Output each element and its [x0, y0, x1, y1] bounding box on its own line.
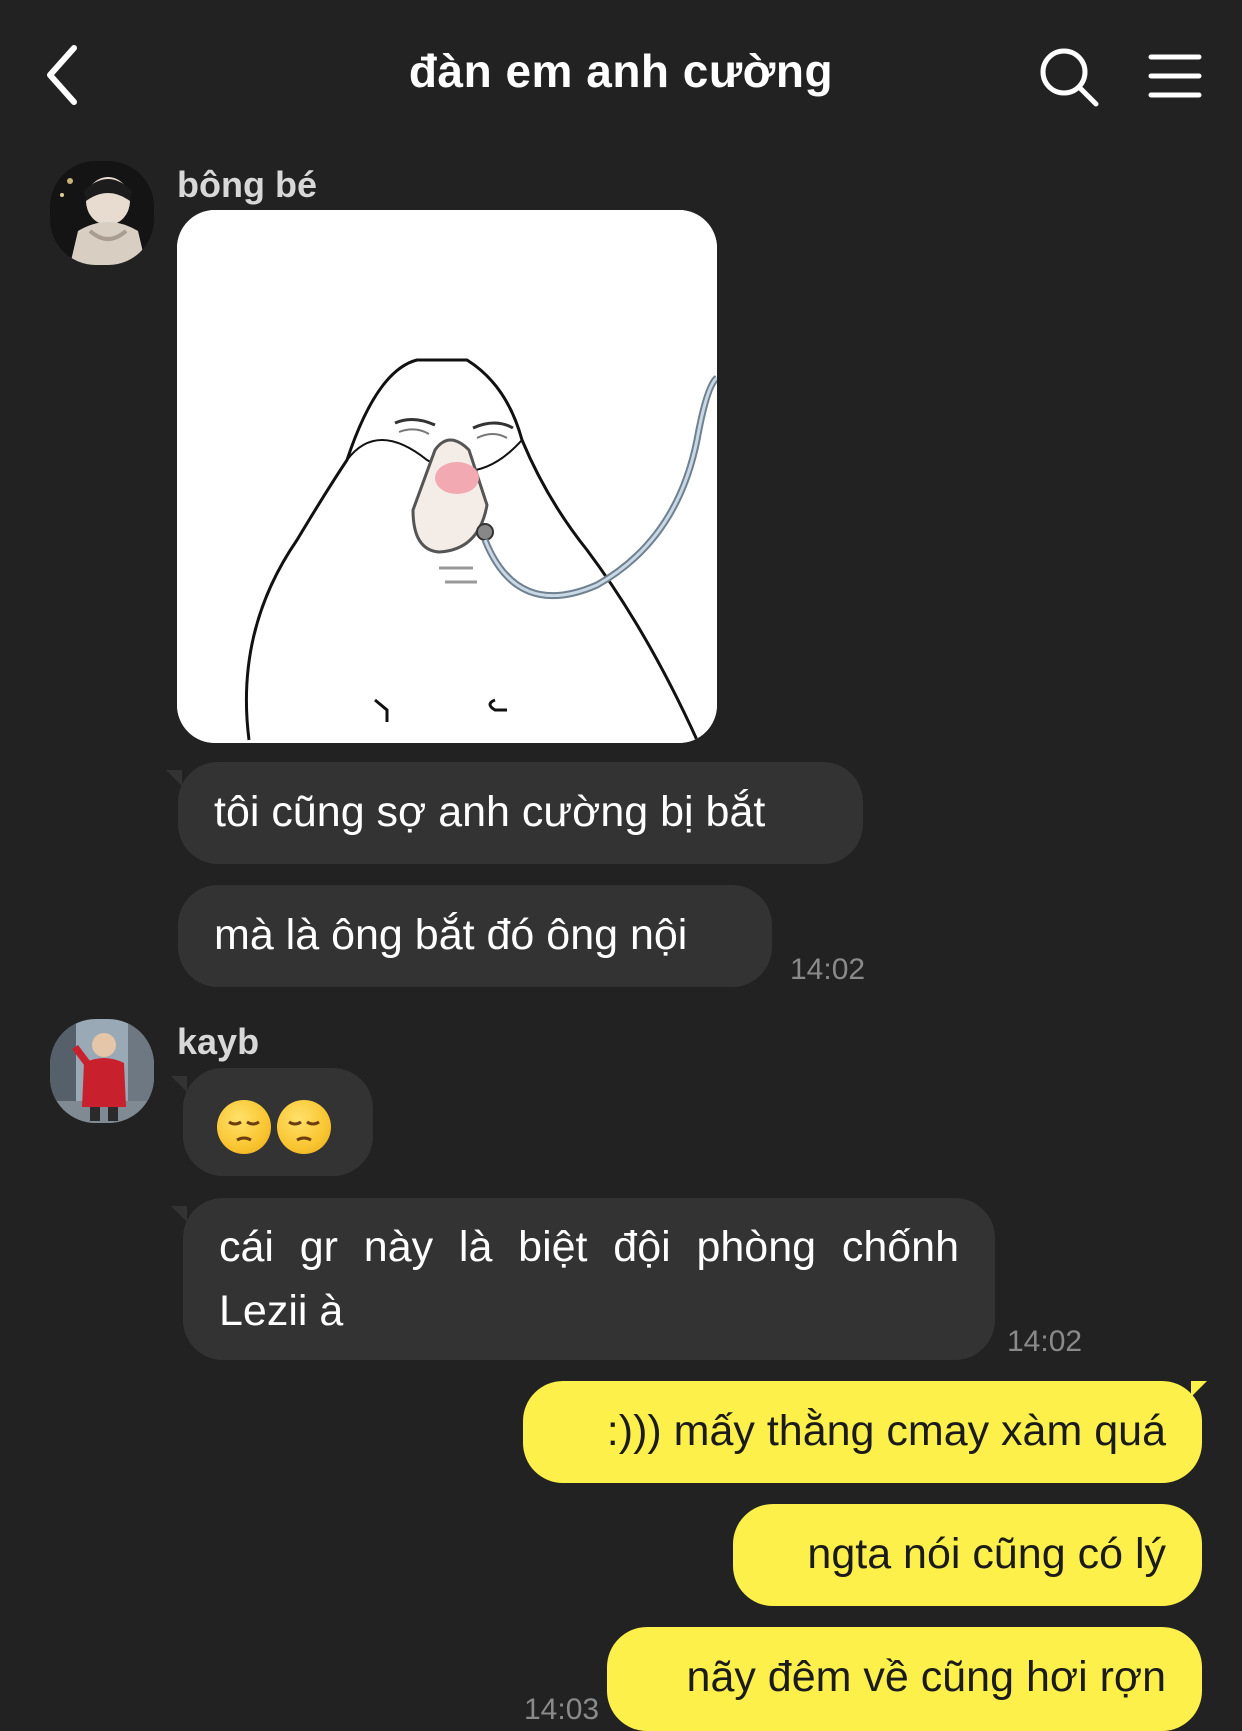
message-bubble[interactable]: mà là ông bắt đó ông nội [178, 885, 772, 987]
chat-header: đàn em anh cường [0, 0, 1242, 150]
menu-button[interactable] [1148, 52, 1202, 100]
pensive-face-emoji-icon [277, 1099, 331, 1154]
pensive-face-emoji-icon [217, 1099, 271, 1154]
message-line: Lezii à [219, 1287, 344, 1335]
sender-name: bông bé [177, 164, 317, 205]
oxygen-mask-blob-sticker [177, 210, 717, 743]
bubble-tail [171, 1076, 187, 1092]
avatar-photo [50, 161, 154, 265]
emoji-bubble[interactable] [183, 1068, 373, 1176]
outgoing-message-bubble[interactable]: :))) mấy thằng cmay xàm quá [523, 1381, 1202, 1483]
sticker-image[interactable] [177, 210, 717, 743]
message-timestamp: 14:02 [790, 953, 866, 986]
outgoing-message-bubble[interactable]: nãy đêm về cũng hơi rợn [607, 1627, 1202, 1731]
sender-name: kayb [177, 1021, 260, 1062]
search-icon [1040, 48, 1099, 107]
message-timestamp: 14:02 [1007, 1325, 1083, 1358]
message-bubble[interactable]: tôi cũng sợ anh cường bị bắt [178, 762, 863, 864]
message-line: cái gr này là biệt đội phòng chốnh [219, 1223, 959, 1271]
bubble-tail [171, 1206, 187, 1222]
avatar-bong-be[interactable] [50, 161, 154, 265]
avatar-photo [50, 1019, 154, 1123]
hamburger-menu-icon [1148, 54, 1202, 98]
search-button[interactable] [1038, 46, 1100, 108]
message-bubble[interactable]: cái gr này là biệt đội phòng chốnh Lezii… [183, 1198, 995, 1360]
bubble-tail [166, 770, 182, 786]
message-timestamp: 14:03 [524, 1693, 600, 1726]
outgoing-message-bubble[interactable]: ngta nói cũng có lý [733, 1504, 1202, 1606]
bubble-tail [1191, 1381, 1207, 1397]
avatar-kayb[interactable] [50, 1019, 154, 1123]
